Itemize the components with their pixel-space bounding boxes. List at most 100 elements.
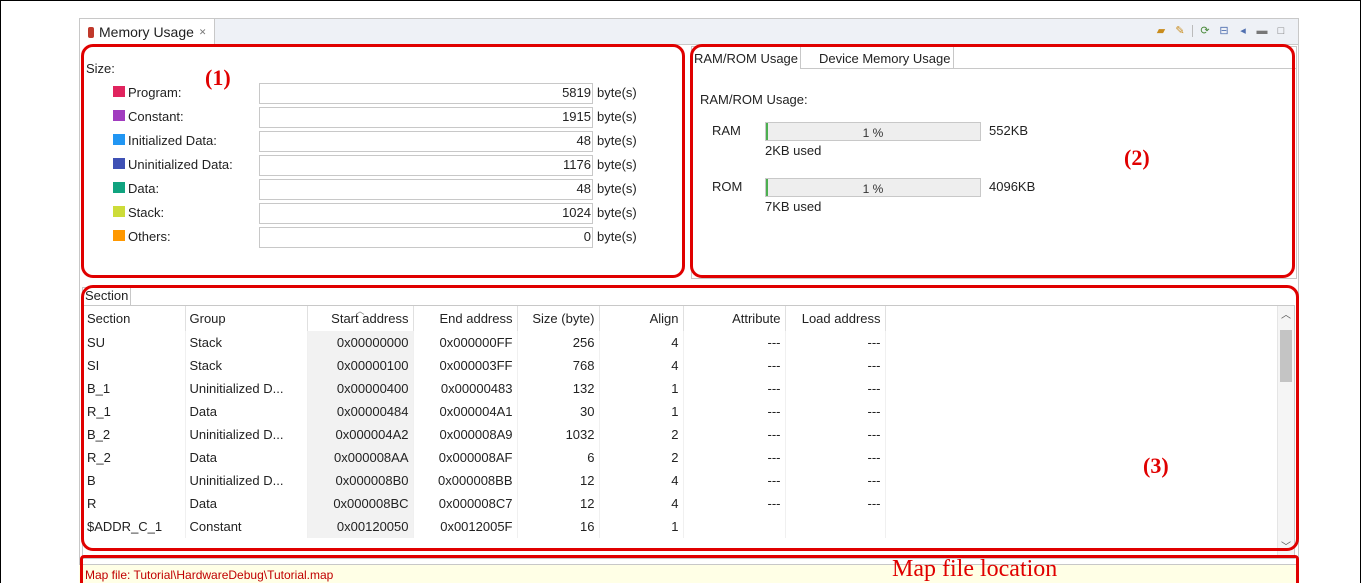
table-cell: B_1	[83, 377, 186, 400]
export-icon[interactable]: ▰	[1154, 24, 1168, 37]
back-icon[interactable]: ◂	[1236, 24, 1250, 37]
table-cell: 0x000004A1	[413, 400, 518, 423]
column-header-attribute[interactable]: Attribute	[683, 306, 786, 331]
column-header-size[interactable]: Size (byte)	[517, 306, 600, 331]
ram-progress-bar: 1 %	[765, 122, 981, 141]
size-row-value: 1024	[562, 205, 591, 220]
table-row[interactable]: R_1 Data 0x00000484 0x000004A1 30 1 --- ---	[83, 400, 1278, 423]
column-header-load-address[interactable]: Load address	[785, 306, 886, 331]
size-row-value: 5819	[562, 85, 591, 100]
ram-rom-title: RAM/ROM Usage:	[700, 92, 808, 107]
maximize-icon[interactable]: □	[1274, 24, 1288, 37]
table-row[interactable]: B_1 Uninitialized D... 0x00000400 0x0000048…	[83, 377, 1278, 400]
table-row[interactable]: R_2 Data 0x000008AA 0x000008AF 6 2 --- ---	[83, 446, 1278, 469]
table-row[interactable]: B_2 Uninitialized D... 0x000004A2 0x000008A…	[83, 423, 1278, 446]
table-cell: 0x000008BC	[307, 492, 414, 515]
table-cell: 0x00000400	[307, 377, 414, 400]
size-panel: Size: Program: 5819 byte(s) Constant: 1915 by…	[80, 46, 688, 279]
section-table: Section Group ︿ Start address End address…	[83, 306, 1278, 538]
size-row-label: Program:	[128, 85, 182, 100]
tab-device-memory-usage[interactable]: Device Memory Usage	[817, 47, 954, 69]
rom-usage-row: ROM 1 % 4096KB 7KB used	[700, 178, 1100, 218]
table-cell: 0x00000484	[307, 400, 414, 423]
refresh-icon[interactable]: ⟳	[1198, 24, 1212, 37]
table-cell: R	[83, 492, 186, 515]
table-cell: 0x00000000	[307, 331, 414, 354]
annotation-map-file-location: Map file location	[892, 556, 1058, 582]
table-cell: ---	[683, 492, 786, 515]
size-row: Data: 48 byte(s)	[113, 179, 683, 201]
table-cell: 0x000008AF	[413, 446, 518, 469]
size-title: Size:	[86, 61, 115, 76]
size-row-label: Constant:	[128, 109, 184, 124]
table-cell: Stack	[185, 354, 308, 377]
memory-icon	[88, 26, 94, 38]
size-row-unit: byte(s)	[597, 157, 637, 172]
table-filler-cell	[885, 377, 1278, 400]
tab-section[interactable]: Section	[82, 287, 132, 305]
map-file-path: Map file: Tutorial\HardwareDebug\Tutoria…	[85, 568, 334, 582]
sort-ascending-icon: ︿	[355, 306, 365, 316]
table-row[interactable]: $ADDR_C_1 Constant 0x00120050 0x0012005F 16 1	[83, 515, 1278, 538]
table-cell: 0x000004A2	[307, 423, 414, 446]
column-header-start-address[interactable]: ︿ Start address	[307, 306, 414, 331]
collapse-icon[interactable]: ⊟	[1217, 24, 1231, 37]
tab-ram-rom-usage[interactable]: RAM/ROM Usage	[692, 47, 802, 69]
rom-capacity: 4096KB	[989, 179, 1036, 194]
table-cell: ---	[683, 354, 786, 377]
size-row-label: Others:	[128, 229, 171, 244]
scrollbar-thumb[interactable]	[1280, 330, 1292, 382]
table-cell: 12	[517, 492, 600, 515]
table-cell: 132	[517, 377, 600, 400]
color-swatch	[113, 206, 125, 217]
table-cell: Uninitialized D...	[185, 469, 308, 492]
table-cell: 0x000008BB	[413, 469, 518, 492]
color-swatch	[113, 134, 125, 145]
size-row-value: 0	[583, 229, 591, 244]
close-icon[interactable]: ✕	[199, 27, 207, 38]
column-header-end-address[interactable]: End address	[413, 306, 518, 331]
table-cell: 16	[517, 515, 600, 538]
tab-memory-usage-label: Memory Usage	[99, 24, 194, 40]
size-row: Others: 0 byte(s)	[113, 227, 683, 249]
table-header-row: Section Group ︿ Start address End address…	[83, 306, 1278, 331]
ram-rom-tabs: RAM/ROM Usage Device Memory Usage	[692, 47, 1296, 69]
table-cell: 0x00000100	[307, 354, 414, 377]
table-cell: ---	[683, 469, 786, 492]
table-cell: B	[83, 469, 186, 492]
scroll-down-icon[interactable]: ﹀	[1278, 540, 1294, 556]
table-cell: Data	[185, 446, 308, 469]
table-row[interactable]: SI Stack 0x00000100 0x000003FF 768 4 --- ---	[83, 354, 1278, 377]
table-cell: 1032	[517, 423, 600, 446]
table-filler-cell	[885, 331, 1278, 354]
column-header-group[interactable]: Group	[185, 306, 308, 331]
table-row[interactable]: B Uninitialized D... 0x000008B0 0x000008BB 1…	[83, 469, 1278, 492]
ram-percent: 1 %	[862, 126, 884, 140]
vertical-scrollbar[interactable]: ︿ ﹀	[1277, 306, 1294, 558]
size-row-unit: byte(s)	[597, 85, 637, 100]
table-cell: 768	[517, 354, 600, 377]
table-cell: 0x0012005F	[413, 515, 518, 538]
column-header-align[interactable]: Align	[599, 306, 684, 331]
table-cell: 0x000000FF	[413, 331, 518, 354]
table-cell: Data	[185, 400, 308, 423]
table-cell: 1	[599, 400, 684, 423]
size-row-unit: byte(s)	[597, 109, 637, 124]
tab-memory-usage[interactable]: Memory Usage ✕	[80, 19, 216, 45]
size-row-label: Data:	[128, 181, 160, 196]
table-cell: 256	[517, 331, 600, 354]
size-row-unit: byte(s)	[597, 229, 637, 244]
table-cell: 4	[599, 492, 684, 515]
table-cell: 4	[599, 331, 684, 354]
column-header-section[interactable]: Section	[83, 306, 186, 331]
size-row-value: 1176	[563, 157, 591, 172]
edit-icon[interactable]: ✎	[1173, 24, 1187, 37]
table-row[interactable]: SU Stack 0x00000000 0x000000FF 256 4 --- ---	[83, 331, 1278, 354]
table-cell: ---	[785, 354, 886, 377]
scroll-up-icon[interactable]: ︿	[1278, 308, 1294, 324]
table-cell: 1	[599, 377, 684, 400]
table-row[interactable]: R Data 0x000008BC 0x000008C7 12 4 --- ---	[83, 492, 1278, 515]
table-filler-cell	[885, 400, 1278, 423]
table-cell: 2	[599, 423, 684, 446]
minimize-icon[interactable]: ▬	[1255, 24, 1269, 37]
